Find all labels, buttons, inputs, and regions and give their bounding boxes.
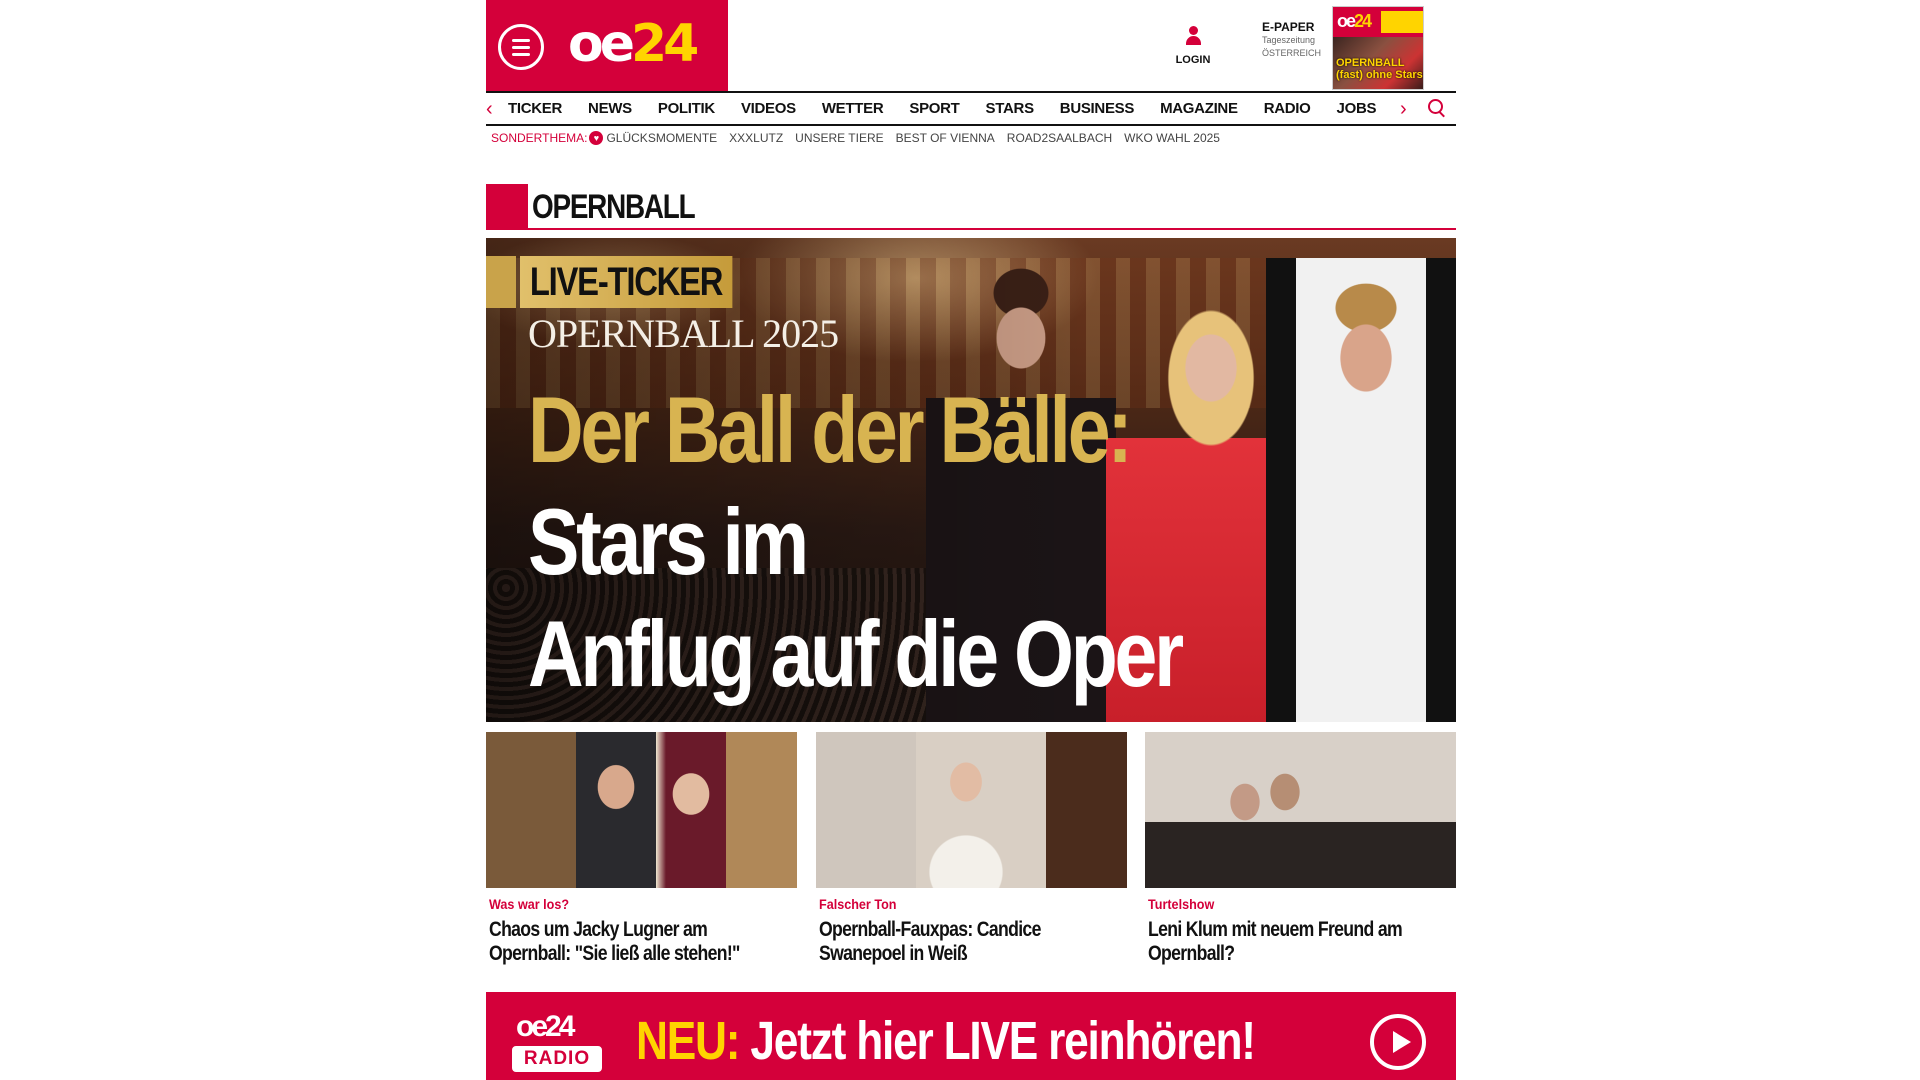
cover-headline: OPERNBALL (fast) ohne Stars <box>1336 57 1423 81</box>
nav-item-wetter[interactable]: WETTER <box>822 93 884 124</box>
subnav-label: SONDERTHEMA: <box>491 131 588 145</box>
nav-item-stars[interactable]: STARS <box>986 93 1035 124</box>
subnav-item[interactable]: WKO WAHL 2025 <box>1124 131 1220 145</box>
teaser-title[interactable]: Chaos um Jacky Lugner am Opernball: "Sie… <box>489 918 791 966</box>
section-header: OPERNBALL <box>486 184 1456 230</box>
menu-line-icon <box>512 39 530 42</box>
menu-line-icon <box>512 53 530 56</box>
section-marker <box>486 184 528 228</box>
teaser-image <box>815 732 1127 888</box>
nav-prev-icon[interactable]: ‹ <box>486 97 493 121</box>
subnav-item[interactable]: XXXLUTZ <box>729 131 783 145</box>
menu-button[interactable] <box>498 24 544 70</box>
logo-24: 24 <box>631 14 699 74</box>
teaser-title[interactable]: Opernball-Fauxpas: Candice Swanepoel in … <box>819 918 1121 966</box>
radio-logo-brand: oe24 <box>516 1010 575 1043</box>
heart-icon: ♥ <box>589 131 604 145</box>
cover-logo-oe: oe <box>1337 11 1356 31</box>
radio-banner[interactable]: oe24 RADIO NEU: Jetzt hier LIVE reinhöre… <box>486 992 1456 1080</box>
play-icon[interactable] <box>1370 1014 1426 1070</box>
badge-text: LIVE-TICKER <box>520 256 733 308</box>
nav-item-sport[interactable]: SPORT <box>909 93 959 124</box>
nav-item-magazine[interactable]: MAGAZINE <box>1160 93 1238 124</box>
radio-logo-24: 24 <box>545 1010 575 1043</box>
hero-headline-gold: Der Ball der Bälle: <box>528 377 1133 482</box>
teaser-cards: Was war los? Chaos um Jacky Lugner am Op… <box>486 732 1456 966</box>
hero-headline: Der Ball der Bälle: Stars im Anflug auf … <box>528 374 1266 710</box>
epaper-country: ÖSTERREICH <box>1262 48 1322 58</box>
subnav: SONDERTHEMA: ♥ GLÜCKSMOMENTE XXXLUTZ UNS… <box>491 128 1232 148</box>
login-label: LOGIN <box>1175 54 1211 66</box>
radio-logo-label: RADIO <box>512 1046 602 1072</box>
nav-item-jobs[interactable]: JOBS <box>1337 93 1377 124</box>
cover-logo-24: 24 <box>1354 11 1372 31</box>
nav-item-ticker[interactable]: TICKER <box>508 93 562 124</box>
epaper-cover-image[interactable]: oe24 OPERNBALL (fast) ohne Stars <box>1332 6 1424 90</box>
cover-logo: oe24 <box>1337 11 1372 32</box>
nav-item-radio[interactable]: RADIO <box>1264 93 1311 124</box>
teaser-title[interactable]: Leni Klum mit neuem Freund am Opernball? <box>1148 918 1450 966</box>
radio-banner-message: Jetzt hier LIVE reinhören! <box>750 1011 1256 1071</box>
teaser-kicker: Turtelshow <box>1148 896 1215 912</box>
teaser-kicker: Was war los? <box>489 896 570 912</box>
radio-logo-oe: oe <box>516 1010 548 1043</box>
nav-next-icon[interactable]: › <box>1400 97 1407 121</box>
section-title[interactable]: OPERNBALL <box>532 186 696 228</box>
badge-bar <box>486 256 516 308</box>
teaser-image <box>1145 732 1456 888</box>
live-ticker-badge: LIVE-TICKER <box>486 256 779 308</box>
search-icon[interactable] <box>1428 99 1446 117</box>
epaper-title: E-PAPER <box>1262 20 1315 34</box>
hero-headline-white-1: Stars im <box>528 489 809 594</box>
radio-logo: oe24 RADIO <box>512 1012 604 1074</box>
hero-image-person <box>1266 258 1456 722</box>
radio-banner-neu: NEU: <box>636 1011 741 1071</box>
main-nav: ‹ TICKER NEWS POLITIK VIDEOS WETTER SPOR… <box>486 91 1456 126</box>
teaser-card[interactable]: Was war los? Chaos um Jacky Lugner am Op… <box>486 732 797 966</box>
nav-item-news[interactable]: NEWS <box>588 93 632 124</box>
hero-story[interactable]: LIVE-TICKER OPERNBALL 2025 Der Ball der … <box>486 238 1456 722</box>
nav-item-business[interactable]: BUSINESS <box>1060 93 1135 124</box>
header: oe24 LOGIN E-PAPER Tageszeitung ÖSTERREI… <box>486 0 1456 92</box>
logo-oe: oe <box>568 14 635 74</box>
epaper-link[interactable]: E-PAPER Tageszeitung ÖSTERREICH <box>1262 20 1332 60</box>
teaser-image <box>486 732 797 888</box>
cover-side-box <box>1381 11 1423 33</box>
hero-headline-white-2: Anflug auf die Oper <box>528 601 1184 706</box>
site-logo[interactable]: oe24 <box>568 12 699 76</box>
logo-box: oe24 <box>486 0 728 91</box>
nav-items: TICKER NEWS POLITIK VIDEOS WETTER SPORT … <box>508 93 1402 124</box>
page: oe24 LOGIN E-PAPER Tageszeitung ÖSTERREI… <box>0 0 1920 1080</box>
menu-line-icon <box>512 46 530 49</box>
hero-eyebrow: OPERNBALL 2025 <box>528 311 839 356</box>
main-column: oe24 LOGIN E-PAPER Tageszeitung ÖSTERREI… <box>486 0 1456 1080</box>
subnav-item[interactable]: BEST OF VIENNA <box>896 131 995 145</box>
nav-item-videos[interactable]: VIDEOS <box>741 93 796 124</box>
user-icon <box>1185 26 1201 46</box>
nav-item-politik[interactable]: POLITIK <box>658 93 715 124</box>
teaser-card[interactable]: Falscher Ton Opernball-Fauxpas: Candice … <box>815 732 1127 966</box>
radio-banner-text: NEU: Jetzt hier LIVE reinhören! <box>636 1008 1256 1074</box>
epaper-subtitle: Tageszeitung <box>1262 35 1316 45</box>
subnav-item[interactable]: GLÜCKSMOMENTE <box>606 131 717 145</box>
login-button[interactable]: LOGIN <box>1168 26 1218 68</box>
subnav-item[interactable]: UNSERE TIERE <box>795 131 883 145</box>
teaser-kicker: Falscher Ton <box>818 896 896 912</box>
teaser-card[interactable]: Turtelshow Leni Klum mit neuem Freund am… <box>1145 732 1456 966</box>
subnav-item[interactable]: ROAD2SAALBACH <box>1007 131 1112 145</box>
